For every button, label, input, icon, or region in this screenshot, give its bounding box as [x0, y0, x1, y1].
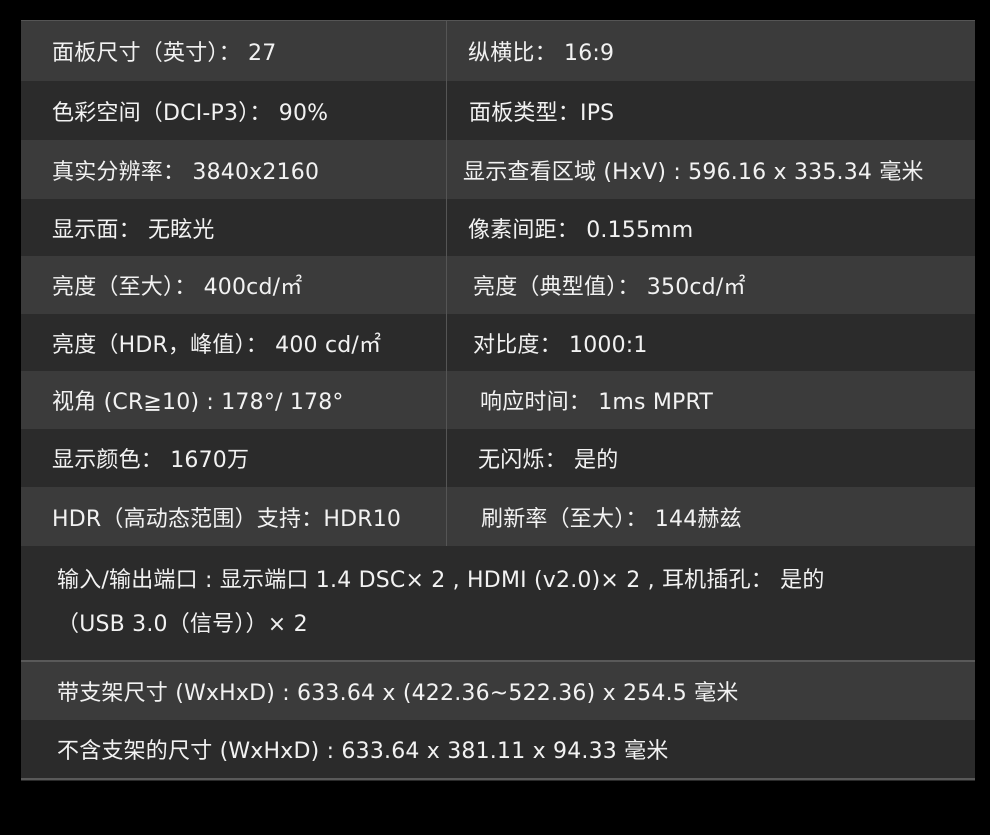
- spec-row-surface: 显示面： 无眩光 像素间距： 0.155mm: [21, 199, 975, 256]
- spec-ports: 输入/输出端口 : 显示端口 1.4 DSC× 2 , HDMI (v2.0)×…: [21, 546, 975, 660]
- spec-dimensions-with-stand: 带支架尺寸 (WxHxD) : 633.64 x (422.36~522.36)…: [57, 681, 739, 706]
- spec-row-dimensions-without-stand: 不含支架的尺寸 (WxHxD) : 633.64 x 381.11 x 94.3…: [21, 720, 975, 778]
- spec-table: 面板尺寸（英寸）： 27 纵横比： 16:9 色彩空间（DCI-P3）： 90%…: [21, 20, 975, 781]
- table-bottom-border: [21, 778, 975, 780]
- spec-brightness-max: 亮度（至大）： 400cd/㎡: [52, 275, 303, 300]
- spec-display-surface: 显示面： 无眩光: [52, 217, 215, 243]
- spec-response-time: 响应时间： 1ms MPRT: [480, 390, 714, 415]
- spec-flicker-free: 无闪烁： 是的: [478, 448, 619, 473]
- spec-ports-line-1: 输入/输出端口 : 显示端口 1.4 DSC× 2 , HDMI (v2.0)×…: [57, 568, 825, 593]
- spec-row-hdr-brightness: 亮度（HDR，峰值）： 400 cd/㎡ 对比度： 1000:1: [21, 314, 975, 371]
- spec-row-panel-size: 面板尺寸（英寸）： 27 纵横比： 16:9: [21, 21, 975, 81]
- spec-brightness-hdr-peak: 亮度（HDR，峰值）： 400 cd/㎡: [52, 332, 382, 358]
- spec-ports-line-2: （USB 3.0（信号））× 2: [57, 612, 308, 637]
- spec-row-viewing-angle: 视角 (CR≧10) : 178°/ 178° 响应时间： 1ms MPRT: [21, 371, 975, 429]
- spec-pixel-pitch: 像素间距： 0.155mm: [468, 217, 694, 243]
- spec-row-display-colors: 显示颜色： 1670万 无闪烁： 是的: [21, 429, 975, 487]
- spec-dimensions-without-stand: 不含支架的尺寸 (WxHxD) : 633.64 x 381.11 x 94.3…: [57, 739, 669, 764]
- spec-resolution: 真实分辨率： 3840x2160: [52, 159, 320, 185]
- spec-aspect-ratio: 纵横比： 16:9: [468, 41, 615, 66]
- spec-viewing-area: 显示查看区域 (HxV) : 596.16 x 335.34 毫米: [463, 159, 924, 185]
- spec-hdr-support: HDR（高动态范围）支持：HDR10: [52, 506, 402, 532]
- column-divider: [446, 21, 447, 552]
- spec-row-brightness: 亮度（至大）： 400cd/㎡ 亮度（典型值）： 350cd/㎡: [21, 256, 975, 314]
- spec-display-colors: 显示颜色： 1670万: [52, 448, 250, 473]
- spec-refresh-rate: 刷新率（至大）： 144赫兹: [481, 506, 742, 532]
- spec-panel-size: 面板尺寸（英寸）： 27: [52, 41, 277, 66]
- spec-row-resolution: 真实分辨率： 3840x2160 显示查看区域 (HxV) : 596.16 x…: [21, 140, 975, 199]
- spec-row-color-space: 色彩空间（DCI-P3）： 90% 面板类型：IPS: [21, 81, 975, 140]
- spec-brightness-typical: 亮度（典型值）： 350cd/㎡: [473, 275, 746, 300]
- spec-row-hdr: HDR（高动态范围）支持：HDR10 刷新率（至大）： 144赫兹: [21, 487, 975, 546]
- spec-panel-type: 面板类型：IPS: [469, 100, 615, 126]
- spec-row-ports: 输入/输出端口 : 显示端口 1.4 DSC× 2 , HDMI (v2.0)×…: [21, 546, 975, 660]
- spec-contrast-ratio: 对比度： 1000:1: [473, 332, 648, 358]
- spec-viewing-angle: 视角 (CR≧10) : 178°/ 178°: [52, 390, 344, 415]
- spec-row-dimensions-with-stand: 带支架尺寸 (WxHxD) : 633.64 x (422.36~522.36)…: [21, 662, 975, 720]
- spec-color-space: 色彩空间（DCI-P3）： 90%: [52, 100, 329, 126]
